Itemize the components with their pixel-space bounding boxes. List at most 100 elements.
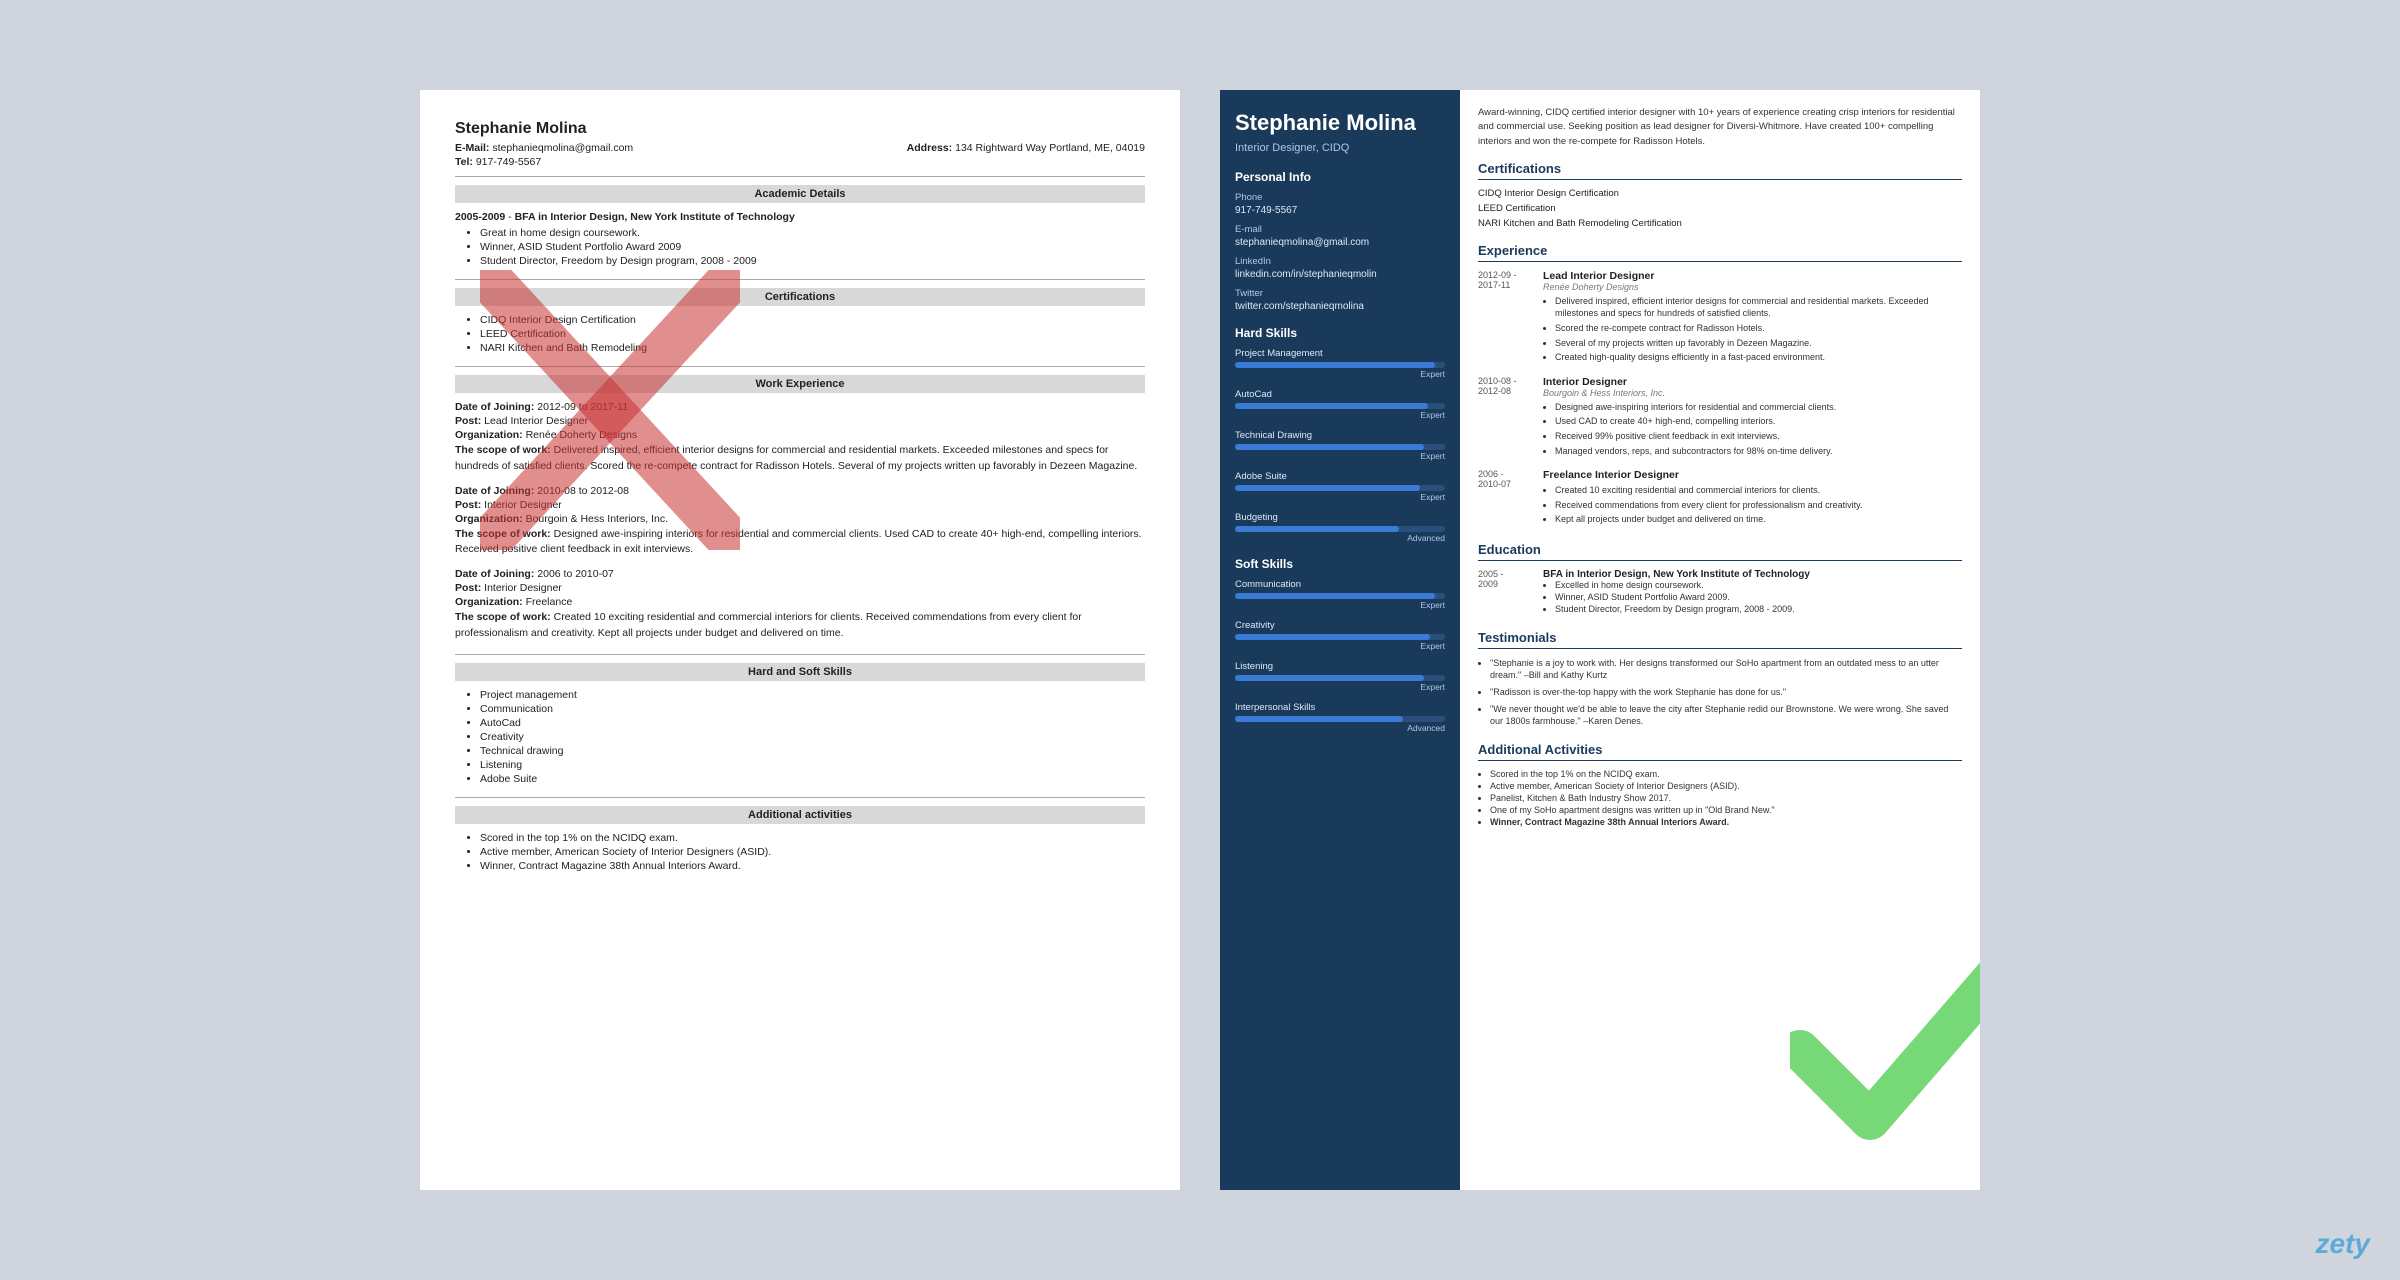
divider-3 — [455, 366, 1145, 367]
divider-4 — [455, 654, 1145, 655]
left-cert-header: Certifications — [455, 288, 1145, 306]
job-1-desc: The scope of work: Delivered inspired, e… — [455, 443, 1145, 475]
job-1-post: Post: Lead Interior Designer — [455, 415, 1145, 427]
left-additional-section: Additional activities Scored in the top … — [455, 806, 1145, 872]
edu-1-bullets: Excelled in home design coursework. Winn… — [1555, 580, 1810, 614]
job-2-org: Organization: Bourgoin & Hess Interiors,… — [455, 513, 1145, 525]
right-additional-section: Additional Activities Scored in the top … — [1478, 742, 1962, 827]
exp-2: 2010-08 -2012-08 Interior Designer Bourg… — [1478, 376, 1962, 459]
sidebar-twitter: twitter.com/stephanieqmolina — [1235, 301, 1445, 312]
skill-techdraw: Technical Drawing Expert — [1235, 430, 1445, 461]
sidebar-soft-skills-title: Soft Skills — [1235, 557, 1445, 571]
academic-entry: 2005-2009 - BFA in Interior Design, New … — [455, 211, 1145, 223]
sidebar-twitter-label: Twitter — [1235, 288, 1445, 299]
exp-2-title: Interior Designer — [1543, 376, 1836, 388]
left-skills-list: Project management Communication AutoCad… — [480, 689, 1145, 785]
skill-listening: Listening Expert — [1235, 661, 1445, 692]
exp-2-bullets: Designed awe-inspiring interiors for res… — [1555, 401, 1836, 457]
right-title: Interior Designer, CIDQ — [1235, 142, 1445, 154]
right-testimonials-title: Testimonials — [1478, 630, 1962, 649]
right-cert-section: Certifications CIDQ Interior Design Cert… — [1478, 161, 1962, 229]
job-2-post: Post: Interior Designer — [455, 499, 1145, 511]
edu-1: 2005 -2009 BFA in Interior Design, New Y… — [1478, 569, 1962, 616]
right-additional-list: Scored in the top 1% on the NCIDQ exam. … — [1490, 769, 1962, 827]
right-exp-section: Experience 2012-09 -2017-11 Lead Interio… — [1478, 243, 1962, 528]
left-cert-1: CIDQ Interior Design Certification — [480, 314, 1145, 326]
left-additional-list: Scored in the top 1% on the NCIDQ exam. … — [480, 832, 1145, 872]
resume-sidebar: Stephanie Molina Interior Designer, CIDQ… — [1220, 90, 1460, 1190]
sidebar-personal: Personal Info Phone 917-749-5567 E-mail … — [1235, 170, 1445, 312]
exp-2-company: Bourgoin & Hess Interiors, Inc. — [1543, 388, 1836, 398]
skill-3: AutoCad — [480, 717, 1145, 729]
left-skills-section: Hard and Soft Skills Project management … — [455, 663, 1145, 785]
left-name: Stephanie Molina — [455, 120, 1145, 138]
right-exp-title: Experience — [1478, 243, 1962, 262]
sidebar-hard-skills: Hard Skills Project Management Expert Au… — [1235, 326, 1445, 543]
exp-3-bullets: Created 10 exciting residential and comm… — [1555, 484, 1862, 526]
skill-creativity: Creativity Expert — [1235, 620, 1445, 651]
academic-bullet-2: Winner, ASID Student Portfolio Award 200… — [480, 241, 1145, 253]
divider-2 — [455, 279, 1145, 280]
exp-2-date: 2010-08 -2012-08 — [1478, 376, 1533, 459]
skill-budgeting: Budgeting Advanced — [1235, 512, 1445, 543]
job-1-org: Organization: Renée Doherty Designs — [455, 429, 1145, 441]
skill-4: Creativity — [480, 731, 1145, 743]
testimonial-3: "We never thought we'd be able to leave … — [1490, 703, 1962, 728]
job-3-date: Date of Joining: 2006 to 2010-07 — [455, 568, 1145, 580]
exp-3-header: 2006 -2010-07 Freelance Interior Designe… — [1478, 469, 1962, 528]
academic-header: Academic Details — [455, 185, 1145, 203]
add-1: Scored in the top 1% on the NCIDQ exam. — [480, 832, 1145, 844]
exp-1-bullets: Delivered inspired, efficient interior d… — [1555, 295, 1962, 364]
left-cert-2: LEED Certification — [480, 328, 1145, 340]
job-1-date: Date of Joining: 2012-09 to 2017-11 — [455, 401, 1145, 413]
right-name: Stephanie Molina — [1235, 110, 1445, 136]
resume-main: Award-winning, CIDQ certified interior d… — [1460, 90, 1980, 1190]
left-address: Address: 134 Rightward Way Portland, ME,… — [907, 142, 1145, 154]
skill-interpersonal: Interpersonal Skills Advanced — [1235, 702, 1445, 733]
right-cert-3: NARI Kitchen and Bath Remodeling Certifi… — [1478, 218, 1962, 229]
exp-3: 2006 -2010-07 Freelance Interior Designe… — [1478, 469, 1962, 528]
left-work-header: Work Experience — [455, 375, 1145, 393]
exp-2-header: 2010-08 -2012-08 Interior Designer Bourg… — [1478, 376, 1962, 459]
left-cert-list: CIDQ Interior Design Certification LEED … — [480, 314, 1145, 354]
right-additional-title: Additional Activities — [1478, 742, 1962, 761]
left-contact-row: E-Mail: stephanieqmolina@gmail.com Addre… — [455, 142, 1145, 154]
right-add-4: One of my SoHo apartment designs was wri… — [1490, 805, 1962, 815]
sidebar-email: stephanieqmolina@gmail.com — [1235, 237, 1445, 248]
sidebar-linkedin: linkedin.com/in/stephanieqmolin — [1235, 269, 1445, 280]
resume-left: Stephanie Molina E-Mail: stephanieqmolin… — [420, 90, 1180, 1190]
academic-bullet-3: Student Director, Freedom by Design prog… — [480, 255, 1145, 267]
sidebar-email-label: E-mail — [1235, 224, 1445, 235]
exp-3-title: Freelance Interior Designer — [1543, 469, 1862, 481]
edu-1-right: BFA in Interior Design, New York Institu… — [1543, 569, 1810, 616]
exp-1-right: Lead Interior Designer Renée Doherty Des… — [1543, 270, 1962, 366]
left-skills-header: Hard and Soft Skills — [455, 663, 1145, 681]
zety-logo: zety — [2316, 1228, 2370, 1260]
skill-5: Technical drawing — [480, 745, 1145, 757]
right-edu-section: Education 2005 -2009 BFA in Interior Des… — [1478, 542, 1962, 616]
left-cert-section: Certifications CIDQ Interior Design Cert… — [455, 288, 1145, 354]
exp-1-header: 2012-09 -2017-11 Lead Interior Designer … — [1478, 270, 1962, 366]
left-email: E-Mail: stephanieqmolina@gmail.com — [455, 142, 633, 154]
job-1: Date of Joining: 2012-09 to 2017-11 Post… — [455, 401, 1145, 475]
add-2: Active member, American Society of Inter… — [480, 846, 1145, 858]
skill-autocad: AutoCad Expert — [1235, 389, 1445, 420]
exp-3-right: Freelance Interior Designer Created 10 e… — [1543, 469, 1862, 528]
page-container: Stephanie Molina E-Mail: stephanieqmolin… — [420, 90, 1980, 1190]
skill-6: Listening — [480, 759, 1145, 771]
divider-5 — [455, 797, 1145, 798]
academic-bullet-1: Great in home design coursework. — [480, 227, 1145, 239]
skill-comm: Communication Expert — [1235, 579, 1445, 610]
right-add-1: Scored in the top 1% on the NCIDQ exam. — [1490, 769, 1962, 779]
job-2-date: Date of Joining: 2010-08 to 2012-08 — [455, 485, 1145, 497]
job-2: Date of Joining: 2010-08 to 2012-08 Post… — [455, 485, 1145, 559]
sidebar-hard-skills-title: Hard Skills — [1235, 326, 1445, 340]
right-summary: Award-winning, CIDQ certified interior d… — [1478, 106, 1962, 149]
right-add-2: Active member, American Society of Inter… — [1490, 781, 1962, 791]
right-add-3: Panelist, Kitchen & Bath Industry Show 2… — [1490, 793, 1962, 803]
sidebar-phone: 917-749-5567 — [1235, 205, 1445, 216]
sidebar-linkedin-label: LinkedIn — [1235, 256, 1445, 267]
resume-right: Stephanie Molina Interior Designer, CIDQ… — [1220, 90, 1980, 1190]
sidebar-soft-skills: Soft Skills Communication Expert Creativ… — [1235, 557, 1445, 733]
edu-1-date: 2005 -2009 — [1478, 569, 1533, 616]
